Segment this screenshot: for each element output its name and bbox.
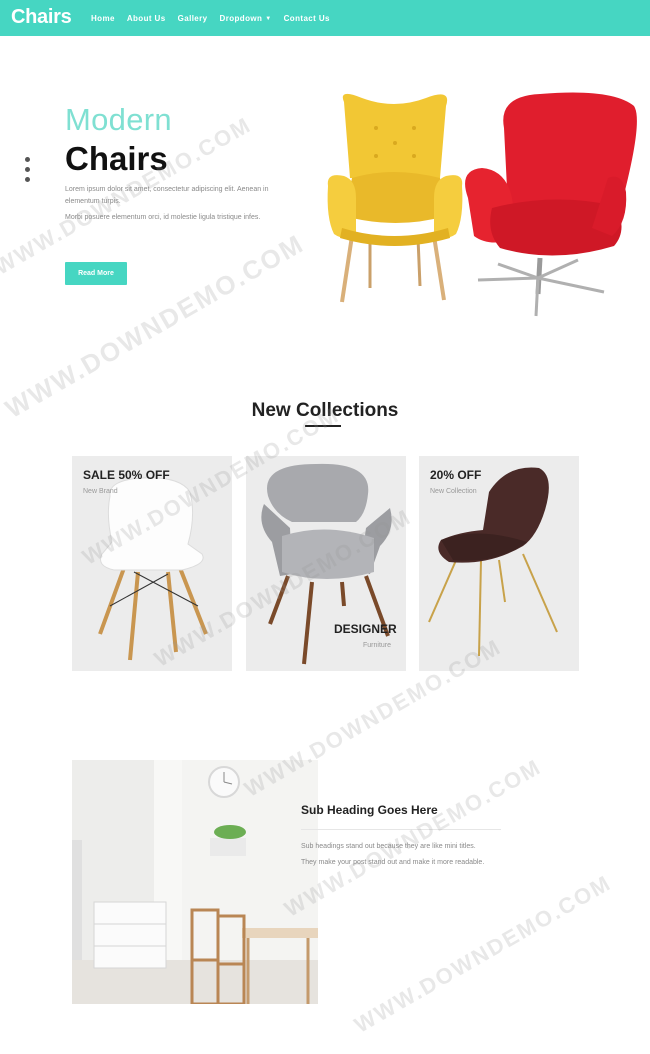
slider-dot-2[interactable]: [25, 167, 30, 172]
room-image: [72, 760, 318, 1004]
red-swivel-chair: [465, 92, 637, 317]
slider-dot-3[interactable]: [25, 177, 30, 182]
collection-card-sale[interactable]: SALE 50% OFF New Brand: [72, 456, 232, 671]
nav-home[interactable]: Home: [91, 14, 115, 23]
sub-heading: Sub Heading Goes Here: [301, 803, 438, 817]
sub-text-line-2: They make your post stand out and make i…: [301, 859, 485, 866]
hero-subtitle: Modern: [65, 102, 172, 137]
hero-paragraph-1: Lorem ipsum dolor sit amet, consectetur …: [65, 186, 269, 205]
hero-description: Lorem ipsum dolor sit amet, consectetur …: [65, 184, 295, 228]
chevron-down-icon: ▼: [265, 15, 272, 22]
slider-dot-1[interactable]: [25, 157, 30, 162]
yellow-armchair: [327, 93, 463, 303]
main-menu: Home About Us Gallery Dropdown ▼ Contact …: [91, 0, 330, 36]
nav-about-us[interactable]: About Us: [127, 14, 166, 23]
dining-room-illustration: [72, 760, 318, 1004]
section-title-underline: [305, 425, 341, 427]
nav-dropdown-label: Dropdown: [219, 13, 263, 23]
collection-card-discount[interactable]: 20% OFF New Collection: [419, 456, 579, 671]
card-title: SALE 50% OFF: [83, 468, 170, 482]
watermark-7: WWW.DOWNDEMO.COM: [350, 869, 616, 1038]
hero-title: Chairs: [65, 140, 168, 177]
brand-logo[interactable]: Chairs: [11, 6, 72, 29]
top-nav: Chairs Home About Us Gallery Dropdown ▼ C…: [0, 0, 650, 36]
sub-heading-divider: [301, 829, 501, 830]
watermark-2: WWW.DOWNDEMO.COM: [0, 228, 310, 424]
card-subtitle: New Brand: [83, 488, 118, 495]
hero-paragraph-2: Morbi posuere elementum orci, id molesti…: [65, 214, 261, 221]
read-more-button[interactable]: Read More: [65, 262, 127, 285]
nav-dropdown[interactable]: Dropdown ▼: [220, 14, 272, 23]
card-subtitle: Furniture: [363, 642, 392, 649]
card-subtitle: New Collection: [430, 488, 477, 495]
card-title: 20% OFF: [430, 468, 482, 482]
grey-armchair-image: [261, 463, 392, 665]
card-title: DESIGNER: [334, 622, 397, 636]
hero-chairs-image: [327, 92, 637, 317]
sub-heading-text: Sub headings stand out because they are …: [301, 839, 541, 871]
nav-gallery[interactable]: Gallery: [178, 14, 208, 23]
sub-text-line-1: Sub headings stand out because they are …: [301, 843, 476, 850]
section-title-collections: New Collections: [251, 400, 399, 421]
slider-dots: [25, 157, 31, 187]
collection-card-designer[interactable]: DESIGNER Furniture: [246, 456, 406, 671]
nav-contact-us[interactable]: Contact Us: [284, 14, 330, 23]
